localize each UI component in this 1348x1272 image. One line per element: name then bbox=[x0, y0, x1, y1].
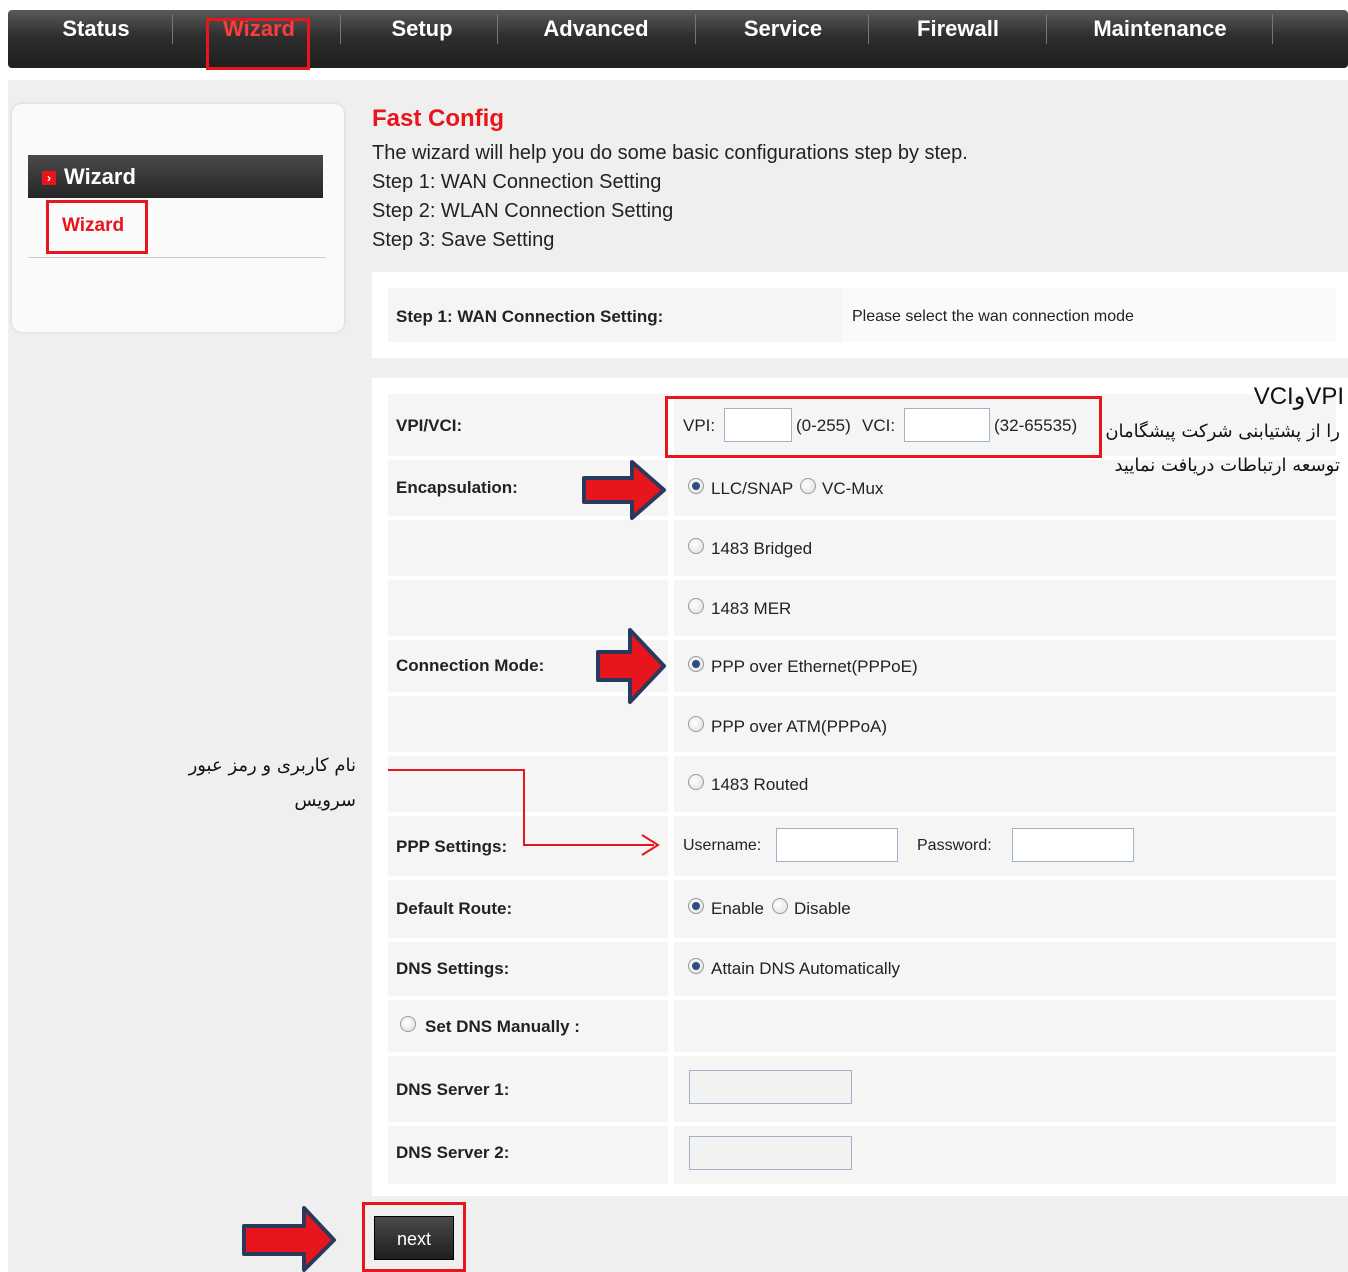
arrow-encapsulation-icon bbox=[582, 460, 666, 520]
arrow-next-button-icon bbox=[242, 1206, 336, 1272]
annotation-arrows bbox=[242, 460, 666, 1272]
connector-ppp-icon bbox=[388, 769, 660, 856]
arrow-connection-mode-icon bbox=[596, 628, 666, 704]
